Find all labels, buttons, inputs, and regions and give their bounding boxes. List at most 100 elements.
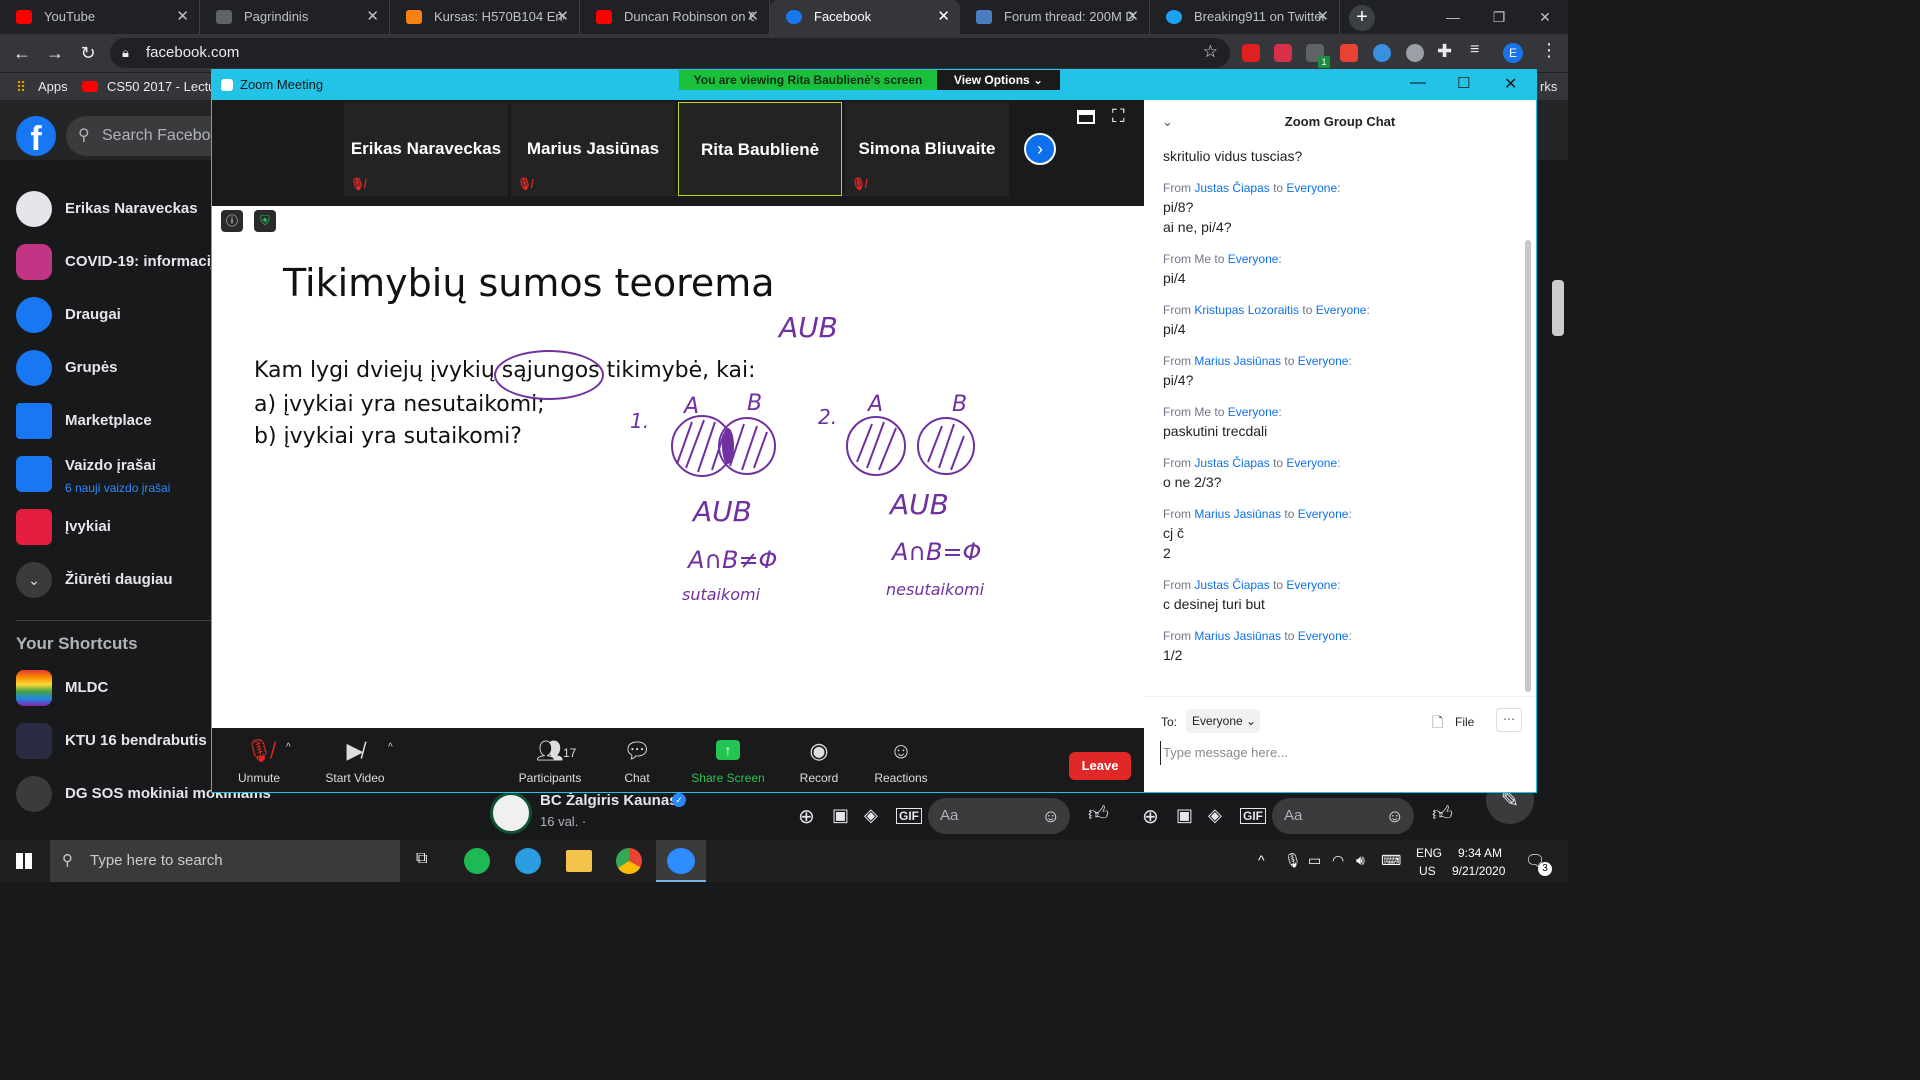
layout-icon[interactable] (1077, 110, 1095, 124)
participants-button[interactable]: 👥︎ 17 Participants (505, 728, 595, 792)
chat-message-input[interactable]: Type message here... (1160, 741, 1520, 765)
shortcut-mldc[interactable]: MLDC (16, 662, 216, 714)
recipient-name[interactable]: Everyone (1228, 405, 1279, 419)
chevron-down-icon[interactable]: ⌄ (1162, 100, 1173, 144)
media-icon[interactable]: ≡ (1470, 41, 1479, 59)
sidebar-item-grupes[interactable]: Grupės (16, 342, 216, 394)
photo-icon[interactable]: ▣ (1176, 805, 1193, 826)
chat-button[interactable]: 💬︎ Chat (592, 728, 682, 792)
next-page-icon[interactable]: › (1024, 133, 1056, 165)
network-icon[interactable]: ◠ (1332, 852, 1344, 869)
minimize-icon[interactable]: — (1410, 74, 1426, 92)
emoji-icon[interactable]: ☺ (1386, 798, 1404, 834)
chat-scrollbar[interactable] (1525, 240, 1531, 692)
recipient-select[interactable]: Everyone ⌄ (1186, 709, 1260, 733)
windows-start-icon[interactable] (16, 853, 32, 869)
sidebar-item-ivykiai[interactable]: Įvykiai (16, 501, 216, 553)
bookmark-other[interactable]: rks (1540, 73, 1557, 101)
recipient-name[interactable]: Everyone (1298, 354, 1349, 368)
video-options-icon[interactable]: ^ (388, 742, 393, 753)
extension-icon[interactable] (1340, 44, 1358, 62)
sender-name[interactable]: Me (1194, 405, 1211, 419)
tab-kursas[interactable]: Kursas: H570B104 Engl ✕ (390, 0, 580, 34)
plus-circle-icon[interactable]: ⊕ (798, 804, 815, 829)
input-region[interactable]: US (1419, 864, 1436, 878)
minimize-icon[interactable]: — (1430, 0, 1476, 34)
microphone-icon[interactable]: 🎙︎ (1284, 852, 1302, 869)
audio-options-icon[interactable]: ^ (286, 742, 291, 753)
recipient-name[interactable]: Everyone (1286, 456, 1337, 470)
recipient-name[interactable]: Everyone (1286, 578, 1337, 592)
sender-name[interactable]: Justas Čiapas (1194, 578, 1269, 592)
chrome-icon[interactable] (616, 848, 642, 874)
sidebar-item-marketplace[interactable]: Marketplace (16, 395, 216, 447)
maximize-icon[interactable]: ❐ (1476, 0, 1522, 34)
bookmark-cs50[interactable]: CS50 2017 - Lectur (107, 73, 212, 101)
clock-date[interactable]: 9/21/2020 (1452, 864, 1505, 878)
edge-icon[interactable] (515, 848, 541, 874)
sidebar-item-draugai[interactable]: Draugai (16, 289, 216, 341)
sender-name[interactable]: Marius Jasiūnas (1194, 629, 1281, 643)
tab-youtube[interactable]: YouTube ✕ (0, 0, 200, 34)
emoji-icon[interactable]: ☺ (1042, 798, 1060, 834)
extension-icon[interactable] (1274, 44, 1292, 62)
like-icon[interactable]: 👍︎ (1088, 802, 1109, 826)
extension-icon[interactable] (1406, 44, 1424, 62)
sender-name[interactable]: Justas Čiapas (1194, 181, 1269, 195)
taskbar-zoom-app[interactable] (656, 840, 706, 882)
sticker-icon[interactable]: ◈ (864, 805, 878, 826)
profile-avatar[interactable]: E (1503, 43, 1523, 63)
sidebar-item-see-more[interactable]: ⌄ Žiūrėti daugiau (16, 554, 216, 606)
sticker-icon[interactable]: ◈ (1208, 805, 1222, 826)
recipient-name[interactable]: Everyone (1298, 507, 1349, 521)
task-view-icon[interactable]: ⧉ (416, 850, 427, 868)
start-video-button[interactable]: ▶︎̸ Start Video (310, 728, 400, 792)
tab-facebook[interactable]: Facebook ✕ (770, 0, 960, 34)
shortcut-dg-sos[interactable]: DG SOS mokiniai mokiniams (16, 768, 271, 820)
shortcut-ktu[interactable]: KTU 16 bendrabutis (16, 715, 216, 767)
participant-tile[interactable]: Marius Jasiūnas 🎙︎̸ (511, 102, 675, 196)
view-options-button[interactable]: View Options ⌄ (937, 70, 1060, 90)
maximize-icon[interactable]: ☐ (1457, 74, 1470, 92)
sender-name[interactable]: Justas Čiapas (1194, 456, 1269, 470)
close-tab-icon[interactable]: ✕ (1126, 0, 1139, 34)
recipient-name[interactable]: Everyone (1286, 181, 1337, 195)
battery-icon[interactable]: ▭ (1308, 852, 1321, 869)
unmute-button[interactable]: 🎙︎̸ Unmute (214, 728, 304, 792)
page-scrollbar[interactable] (1552, 280, 1564, 336)
extension-icon[interactable] (1373, 44, 1391, 62)
close-icon[interactable]: ✕ (1504, 74, 1517, 94)
participant-tile[interactable]: Erikas Naraveckas 🎙︎̸ (344, 102, 508, 196)
like-icon[interactable]: 👍︎ (1432, 802, 1453, 826)
close-tab-icon[interactable]: ✕ (937, 0, 950, 34)
adblock-icon[interactable] (1242, 44, 1260, 62)
menu-icon[interactable]: ⋮ (1540, 40, 1558, 61)
forward-icon[interactable]: → (42, 40, 68, 66)
star-icon[interactable]: ☆ (1203, 42, 1218, 62)
participant-tile[interactable]: Simona Bliuvaite 🎙︎̸ (845, 102, 1009, 196)
file-explorer-icon[interactable] (566, 850, 592, 872)
file-icon[interactable]: 🗋︎ (1432, 712, 1443, 736)
sender-name[interactable]: Me (1194, 252, 1211, 266)
spotify-icon[interactable] (464, 848, 490, 874)
message-composer-input[interactable]: Aa ☺ (928, 798, 1070, 834)
more-options-icon[interactable]: ⋯ (1496, 708, 1522, 732)
tab-twitter[interactable]: Breaking911 on Twitter ✕ (1150, 0, 1340, 34)
volume-icon[interactable]: 🔊︎ (1356, 852, 1365, 869)
chat-message-list[interactable]: From Justas Čiapas to Everyone: skritulio… (1144, 144, 1524, 694)
keyboard-icon[interactable]: ⌨ (1381, 852, 1401, 869)
clock-time[interactable]: 9:34 AM (1458, 846, 1502, 860)
file-button[interactable]: File (1455, 715, 1474, 729)
plus-circle-icon[interactable]: ⊕ (1142, 804, 1159, 829)
photo-icon[interactable]: ▣ (832, 805, 849, 826)
page-avatar[interactable] (490, 792, 532, 834)
close-tab-icon[interactable]: ✕ (176, 0, 189, 34)
reactions-button[interactable]: ☺ Reactions (856, 728, 946, 792)
close-tab-icon[interactable]: ✕ (1316, 0, 1329, 34)
gif-icon[interactable]: GIF (896, 808, 922, 824)
sender-name[interactable]: Marius Jasiūnas (1194, 354, 1281, 368)
page-name[interactable]: BC Žalgiris Kaunas (540, 792, 678, 809)
bookmark-apps[interactable]: Apps (38, 73, 68, 101)
back-icon[interactable]: ← (9, 40, 35, 66)
close-tab-icon[interactable]: ✕ (366, 0, 379, 34)
